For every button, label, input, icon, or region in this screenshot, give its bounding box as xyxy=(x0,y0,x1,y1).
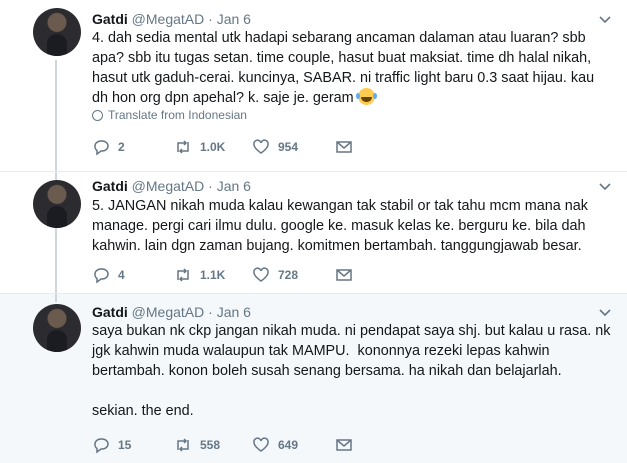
separator-dot: · xyxy=(208,304,213,320)
tweet-actions: 15 558 649 xyxy=(92,436,353,454)
reply-button[interactable]: 4 xyxy=(92,266,174,284)
author-name[interactable]: Gatdi xyxy=(92,11,128,27)
reply-button[interactable]: 15 xyxy=(92,436,174,454)
reply-count: 4 xyxy=(118,268,125,282)
reply-icon xyxy=(94,438,109,454)
tweet-header: Gatdi @MegatAD · Jan 6 xyxy=(92,178,251,194)
retweet-button[interactable]: 1.0K xyxy=(174,138,252,156)
avatar[interactable] xyxy=(33,304,81,352)
tweet-date[interactable]: Jan 6 xyxy=(217,11,251,27)
tweet-actions: 4 1.1K 728 xyxy=(92,266,353,284)
author-name[interactable]: Gatdi xyxy=(92,304,128,320)
author-handle[interactable]: @MegatAD xyxy=(132,304,205,320)
author-handle[interactable]: @MegatAD xyxy=(132,178,205,194)
tweet-header: Gatdi @MegatAD · Jan 6 xyxy=(92,11,251,27)
retweet-count: 1.1K xyxy=(200,268,226,282)
tweet-3[interactable]: Gatdi @MegatAD · Jan 6 saya bukan nk ckp… xyxy=(0,293,627,463)
tweet-actions: 2 1.0K 954 xyxy=(92,138,353,156)
tweet-2[interactable]: Gatdi @MegatAD · Jan 6 5. JANGAN nikah m… xyxy=(0,171,627,294)
tweet-1[interactable]: Gatdi @MegatAD · Jan 6 4. dah sedia ment… xyxy=(0,0,627,171)
retweet-count: 1.0K xyxy=(200,140,226,154)
reply-count: 15 xyxy=(118,438,132,452)
separator-dot: · xyxy=(208,11,213,27)
avatar[interactable] xyxy=(33,180,81,228)
tweet-date[interactable]: Jan 6 xyxy=(217,178,251,194)
avatar[interactable] xyxy=(33,8,81,56)
author-handle[interactable]: @MegatAD xyxy=(132,11,205,27)
thread-line xyxy=(55,60,57,171)
like-count: 954 xyxy=(278,140,299,154)
heart-icon xyxy=(253,139,269,154)
translate-label: Translate from Indonesian xyxy=(108,108,247,122)
envelope-icon xyxy=(336,141,352,153)
author-name[interactable]: Gatdi xyxy=(92,178,128,194)
globe-icon xyxy=(92,109,103,121)
reply-icon xyxy=(94,140,109,156)
tweet-date[interactable]: Jan 6 xyxy=(217,304,251,320)
retweet-button[interactable]: 1.1K xyxy=(174,266,252,284)
message-button[interactable] xyxy=(335,138,353,156)
message-button[interactable] xyxy=(335,266,353,284)
envelope-icon xyxy=(336,269,352,281)
reply-icon xyxy=(94,268,109,284)
like-button[interactable]: 728 xyxy=(252,266,335,284)
tweet-header: Gatdi @MegatAD · Jan 6 xyxy=(92,304,251,320)
tweet-text: saya bukan nk ckp jangan nikah muda. ni … xyxy=(92,323,611,419)
like-button[interactable]: 954 xyxy=(252,138,335,156)
translate-link[interactable]: Translate from Indonesian xyxy=(92,108,247,122)
separator-dot: · xyxy=(208,178,213,194)
envelope-icon xyxy=(336,439,352,451)
chevron-down-icon[interactable] xyxy=(599,183,611,191)
heart-icon xyxy=(253,437,269,452)
retweet-button[interactable]: 558 xyxy=(174,436,252,454)
tweet-text: 4. dah sedia mental utk hadapi sebarang … xyxy=(92,30,599,106)
retweet-icon xyxy=(177,140,189,154)
message-button[interactable] xyxy=(335,436,353,454)
thread-line xyxy=(55,172,57,180)
heart-icon xyxy=(253,267,269,282)
retweet-icon xyxy=(177,268,189,282)
chevron-down-icon[interactable] xyxy=(599,16,611,24)
reply-button[interactable]: 2 xyxy=(92,138,174,156)
thread-line xyxy=(55,228,57,294)
retweet-icon xyxy=(177,438,189,452)
thread-line xyxy=(55,294,57,302)
face-with-tears-of-joy-icon xyxy=(355,88,375,105)
retweet-count: 558 xyxy=(200,438,221,452)
like-button[interactable]: 649 xyxy=(252,436,335,454)
tweet-text: 5. JANGAN nikah muda kalau kewangan tak … xyxy=(92,198,592,254)
reply-count: 2 xyxy=(118,140,125,154)
chevron-down-icon[interactable] xyxy=(599,309,611,317)
like-count: 728 xyxy=(278,268,299,282)
like-count: 649 xyxy=(278,438,299,452)
